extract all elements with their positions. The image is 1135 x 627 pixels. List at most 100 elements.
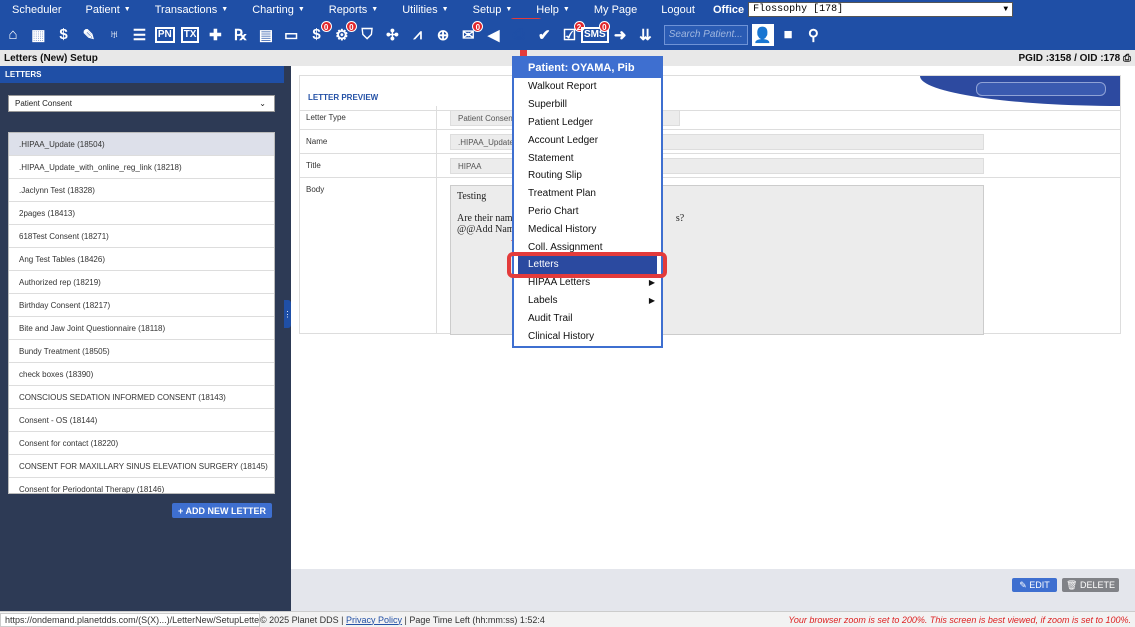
user-search-icon[interactable]: 👤 bbox=[751, 23, 774, 46]
menu-setup[interactable]: Setup ▼ bbox=[461, 0, 525, 19]
dropdown-patient-header: Patient: OYAMA, Pib bbox=[514, 58, 661, 78]
letter-list-item[interactable]: Consent for Periodontal Therapy (18146) bbox=[9, 478, 274, 494]
edit-button[interactable]: ✎ EDIT bbox=[1012, 578, 1057, 592]
globe-icon[interactable]: ⊕ bbox=[432, 24, 454, 46]
add-user-icon[interactable]: ✚ bbox=[204, 24, 226, 46]
file-icon[interactable]: ▭ bbox=[280, 24, 302, 46]
menu-item-labels[interactable]: Labels ▶ bbox=[514, 292, 661, 310]
action-footer: ✎ EDIT 🗑 DELETE bbox=[291, 569, 1135, 611]
letter-list-item[interactable]: check boxes (18390) bbox=[9, 363, 274, 386]
menu-charting[interactable]: Charting ▼ bbox=[240, 0, 317, 19]
verified-icon[interactable]: ✔ bbox=[533, 24, 555, 46]
main-content: LETTER PREVIEW Letter Type Patient Conse… bbox=[291, 66, 1135, 611]
checklist-badge-icon[interactable]: ☑ 2 bbox=[559, 20, 585, 46]
letter-list[interactable]: .HIPAA_Update (18504) .HIPAA_Update_with_… bbox=[8, 132, 275, 494]
status-url: https://ondemand.planetdds.com/(S(X)...)… bbox=[0, 612, 260, 627]
shield-dollar-icon[interactable]: ⛉ bbox=[356, 24, 378, 46]
chart-list-icon[interactable]: ☰ bbox=[128, 24, 150, 46]
letter-list-item[interactable]: Birthday Consent (18217) bbox=[9, 294, 274, 317]
dollar-badge-icon[interactable]: $0 bbox=[306, 20, 332, 46]
print-dropdown-menu: Patient: OYAMA, Pib Walkout Report Superb… bbox=[512, 56, 663, 348]
rx-icon[interactable]: ℞ bbox=[230, 24, 252, 46]
letter-list-item[interactable]: Consent for contact (18220) bbox=[9, 432, 274, 455]
document-icon[interactable]: ▤ bbox=[255, 24, 277, 46]
chevron-down-icon: ⌄ bbox=[259, 99, 266, 108]
menu-transactions[interactable]: Transactions ▼ bbox=[143, 0, 241, 19]
menu-logout[interactable]: Logout bbox=[649, 0, 707, 19]
menu-scheduler[interactable]: Scheduler bbox=[0, 0, 74, 19]
tooth-icon[interactable]: ♅ bbox=[103, 24, 125, 46]
megaphone-icon[interactable]: ◀ bbox=[483, 24, 505, 46]
caret-down-icon: ▼ bbox=[123, 6, 131, 13]
row-divider bbox=[436, 154, 437, 177]
menu-utilities[interactable]: Utilities ▼ bbox=[390, 0, 460, 19]
dollar-icon[interactable]: $ bbox=[53, 24, 75, 46]
checkbox-icon[interactable]: ■ bbox=[777, 24, 799, 46]
menu-help[interactable]: Help ▼ bbox=[524, 0, 582, 19]
page-title: Letters (New) Setup bbox=[4, 52, 98, 64]
letter-list-item[interactable]: Authorized rep (18219) bbox=[9, 271, 274, 294]
status-bar: https://ondemand.planetdds.com/(S(X)...)… bbox=[0, 611, 1135, 627]
menu-item-routing-slip[interactable]: Routing Slip bbox=[514, 167, 661, 185]
calendar-icon[interactable]: ▦ bbox=[27, 24, 49, 46]
menu-item-treatment-plan[interactable]: Treatment Plan bbox=[514, 185, 661, 203]
letter-list-item[interactable]: 2pages (18413) bbox=[9, 202, 274, 225]
caret-down-icon: ▼ bbox=[221, 6, 229, 13]
print-icon[interactable]: ⎙ bbox=[508, 24, 530, 46]
settings-badge-icon[interactable]: ⚙ 0 bbox=[331, 20, 357, 46]
letter-list-item[interactable]: Bundy Treatment (18505) bbox=[9, 340, 274, 363]
pn-icon[interactable]: PN bbox=[154, 24, 176, 46]
menu-item-medical-history[interactable]: Medical History bbox=[514, 220, 661, 238]
letter-list-item[interactable]: Ang Test Tables (18426) bbox=[9, 248, 274, 271]
menu-item-walkout-report[interactable]: Walkout Report bbox=[514, 78, 661, 96]
row-letter-type: Letter Type Patient Consent bbox=[299, 106, 1121, 130]
letter-list-item[interactable]: .HIPAA_Update_with_online_reg_link (1821… bbox=[9, 156, 274, 179]
line-chart-icon[interactable]: ⩘ bbox=[407, 24, 429, 46]
row-divider bbox=[436, 130, 437, 153]
office-select[interactable]: Flossophy [178] ▼ bbox=[748, 2, 1014, 17]
menu-item-account-ledger[interactable]: Account Ledger bbox=[514, 131, 661, 149]
caret-down-icon: ▼ bbox=[297, 6, 305, 13]
letters-panel-title: LETTERS bbox=[0, 66, 284, 83]
body-label: Body bbox=[306, 185, 325, 194]
print-page-icon[interactable]: ⎙ bbox=[1123, 53, 1131, 64]
letter-list-item[interactable]: .HIPAA_Update (18504) bbox=[9, 133, 274, 156]
delete-button[interactable]: 🗑 DELETE bbox=[1062, 578, 1119, 592]
icon-toolbar: ⌂ ▦ $ ✎ ♅ ☰ PN TX ✚ ℞ ▤ ▭ $0 ⚙ 0 ⛉ ✣ ⩘ ⊕ ✉ 0 ◀ ⎙ ✔ ☑ 2 SMS 0 ➜ ⇊ Searc… bbox=[0, 19, 1135, 50]
office-label: Office bbox=[712, 3, 745, 16]
message-badge-icon[interactable]: ✉ 0 bbox=[457, 20, 484, 46]
menu-my-page[interactable]: My Page bbox=[582, 0, 649, 19]
menu-reports[interactable]: Reports ▼ bbox=[317, 0, 390, 19]
menu-patient[interactable]: Patient ▼ bbox=[74, 0, 143, 19]
menu-item-patient-ledger[interactable]: Patient Ledger bbox=[514, 114, 661, 132]
chevrons-down-icon[interactable]: ⇊ bbox=[634, 24, 656, 46]
letter-list-item[interactable]: Bite and Jaw Joint Questionnaire (18118) bbox=[9, 317, 274, 340]
submenu-arrow-icon: ▶ bbox=[648, 278, 655, 288]
menu-item-audit-trail[interactable]: Audit Trail bbox=[514, 309, 661, 327]
pencil-list-icon[interactable]: ✎ bbox=[78, 24, 100, 46]
menu-item-perio-chart[interactable]: Perio Chart bbox=[514, 203, 661, 221]
letter-category-select[interactable]: Patient Consent ⌄ bbox=[8, 95, 275, 112]
network-icon[interactable]: ✣ bbox=[381, 24, 403, 46]
patient-search-input[interactable]: Search Patient... bbox=[663, 24, 748, 45]
letter-list-item[interactable]: Consent - OS (18144) bbox=[9, 409, 274, 432]
add-new-letter-button[interactable]: + ADD NEW LETTER bbox=[172, 503, 272, 518]
sms-badge-icon[interactable]: SMS 0 bbox=[581, 20, 610, 46]
dropdown-items: Walkout Report Superbill Patient Ledger Acc… bbox=[514, 78, 661, 345]
home-icon[interactable]: ⌂ bbox=[2, 24, 24, 46]
menu-item-statement[interactable]: Statement bbox=[514, 149, 661, 167]
privacy-policy-link[interactable]: Privacy Policy bbox=[346, 615, 402, 625]
letter-list-item[interactable]: 618Test Consent (18271) bbox=[9, 225, 274, 248]
arrow-right-icon[interactable]: ➜ bbox=[609, 24, 631, 46]
status-copyright: © 2025 Planet DDS | Privacy Policy | Pag… bbox=[260, 614, 545, 625]
letter-list-item[interactable]: CONSENT FOR MAXILLARY SINUS ELEVATION SU… bbox=[9, 455, 274, 478]
letter-list-item[interactable]: .Jaclynn Test (18328) bbox=[9, 179, 274, 202]
panel-splitter-handle[interactable]: ⋮ bbox=[284, 300, 292, 328]
row-divider bbox=[436, 178, 437, 333]
menu-item-superbill[interactable]: Superbill bbox=[514, 96, 661, 114]
page-ids: PGID :3158 / OID :178 ⎙ bbox=[1018, 52, 1132, 64]
tx-icon[interactable]: TX bbox=[179, 24, 201, 46]
letter-list-item[interactable]: CONSCIOUS SEDATION INFORMED CONSENT (181… bbox=[9, 386, 274, 409]
menu-item-clinical-history[interactable]: Clinical History bbox=[514, 327, 661, 345]
group-search-icon[interactable]: ⚲ bbox=[802, 24, 824, 46]
